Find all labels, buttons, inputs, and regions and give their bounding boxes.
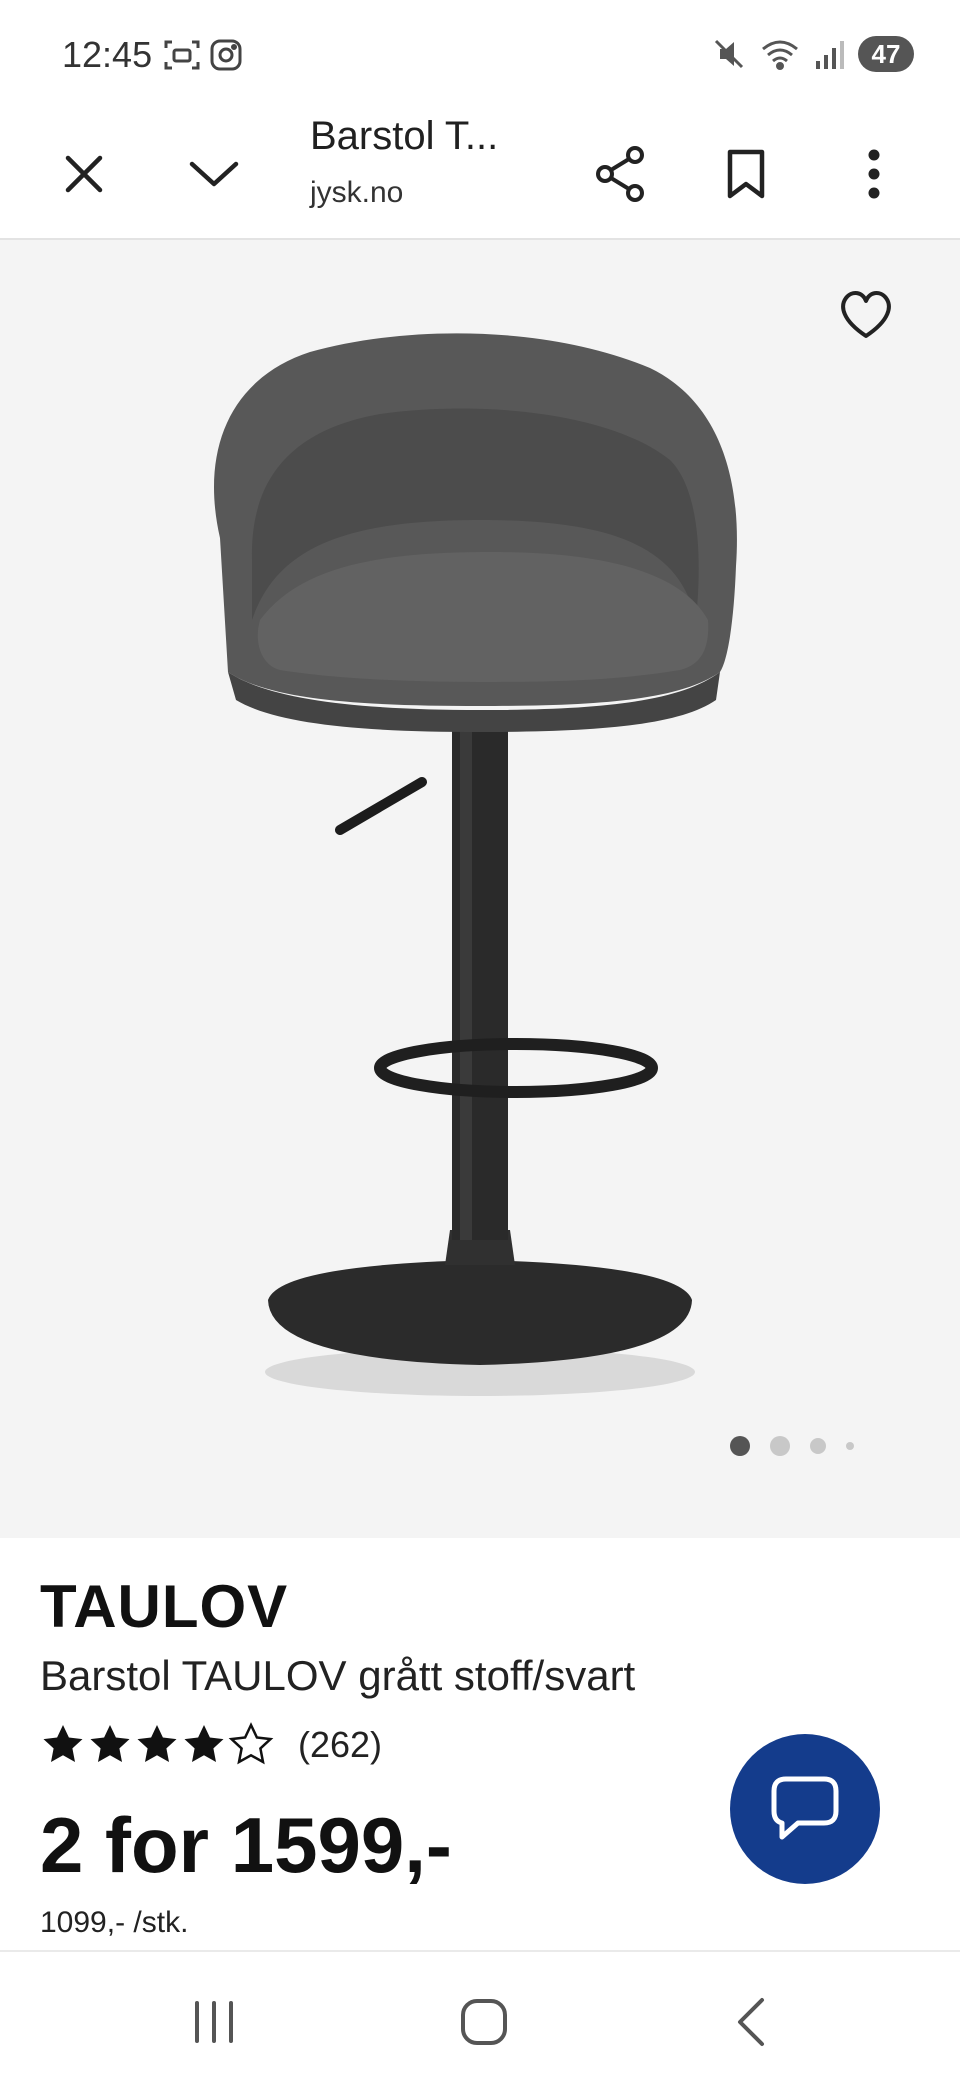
share-icon bbox=[596, 146, 644, 202]
status-right-icons: 47 bbox=[712, 36, 914, 72]
product-price: 2 for 1599,- bbox=[40, 1801, 452, 1889]
unit-price: 1099,- /stk. bbox=[40, 1906, 189, 1939]
chat-button[interactable] bbox=[730, 1734, 880, 1884]
screenshot-icon bbox=[164, 40, 200, 70]
product-brand: TAULOV bbox=[40, 1573, 289, 1640]
status-time: 12:45 bbox=[62, 34, 153, 75]
signal-icon bbox=[816, 41, 844, 69]
more-icon bbox=[868, 149, 880, 199]
system-nav-bar bbox=[0, 1950, 960, 2082]
back-icon bbox=[738, 1998, 764, 2046]
product-name: Barstol TAULOV grått stoff/svart bbox=[40, 1652, 636, 1699]
image-pagination[interactable] bbox=[730, 1436, 854, 1456]
battery-indicator: 47 bbox=[858, 36, 914, 72]
share-button[interactable] bbox=[582, 136, 658, 212]
pagination-dot[interactable] bbox=[730, 1436, 750, 1456]
pagination-dot[interactable] bbox=[846, 1442, 854, 1450]
status-bar: 12:45 47 bbox=[0, 0, 960, 110]
rating[interactable]: (262) bbox=[40, 1722, 382, 1768]
review-count[interactable]: (262) bbox=[298, 1724, 382, 1766]
close-button[interactable] bbox=[46, 136, 122, 212]
chevron-down-icon bbox=[189, 161, 239, 187]
wifi-icon bbox=[762, 40, 798, 70]
mute-icon bbox=[714, 39, 744, 69]
more-options-button[interactable] bbox=[836, 136, 912, 212]
home-icon bbox=[461, 1999, 507, 2045]
close-icon bbox=[65, 155, 103, 193]
product-image-gallery[interactable] bbox=[0, 240, 960, 1538]
chat-icon bbox=[771, 1776, 839, 1840]
recent-apps-icon bbox=[195, 2001, 233, 2043]
star-rating-icon bbox=[43, 1722, 274, 1765]
collapse-button[interactable] bbox=[176, 136, 252, 212]
bookmark-icon bbox=[727, 149, 765, 199]
page-domain[interactable]: jysk.no bbox=[310, 176, 403, 210]
product-info: TAULOV Barstol TAULOV grått stoff/svart … bbox=[0, 1538, 960, 1950]
product-image bbox=[214, 333, 737, 1396]
status-left-icons bbox=[164, 38, 246, 77]
favorite-button[interactable] bbox=[836, 284, 896, 344]
browser-toolbar: Barstol T... jysk.no bbox=[0, 110, 960, 240]
instagram-icon bbox=[210, 39, 242, 71]
pagination-dot[interactable] bbox=[770, 1436, 790, 1456]
recent-apps-button[interactable] bbox=[174, 1992, 254, 2052]
home-button[interactable] bbox=[444, 1992, 524, 2052]
bookmark-button[interactable] bbox=[708, 136, 784, 212]
heart-icon bbox=[841, 291, 891, 338]
pagination-dot[interactable] bbox=[810, 1438, 826, 1454]
back-button[interactable] bbox=[712, 1992, 792, 2052]
page-title[interactable]: Barstol T... bbox=[310, 114, 498, 159]
